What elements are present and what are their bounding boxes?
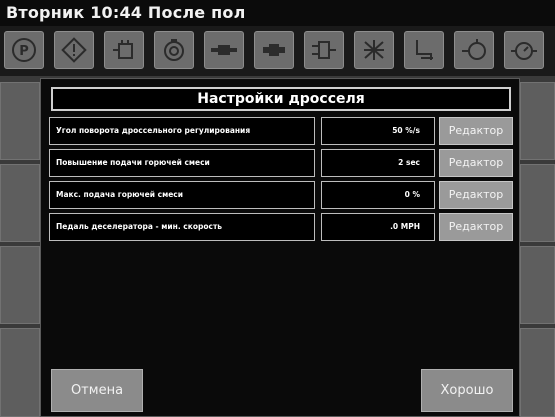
background-tile-left-2 <box>0 164 40 242</box>
dialog-title: Настройки дросселя <box>51 87 511 111</box>
header-bar: Вторник 10:44 После пол <box>0 0 555 26</box>
parking-brake-icon[interactable]: P <box>4 31 44 69</box>
engine-icon[interactable] <box>154 31 194 69</box>
background-tile-right-2 <box>520 164 555 242</box>
background-tile-right-3 <box>520 246 555 324</box>
setting-value: 50 %/s <box>321 117 435 145</box>
setting-value: 0 % <box>321 181 435 209</box>
transmission-icon[interactable] <box>204 31 244 69</box>
throttle-settings-dialog: Настройки дросселя Угол поворота дроссел… <box>40 78 520 417</box>
gauge-icon[interactable] <box>504 31 544 69</box>
setting-label: Угол поворота дроссельного регулирования <box>49 117 315 145</box>
setting-row: Угол поворота дроссельного регулирования… <box>49 117 513 145</box>
setting-value: 2 sec <box>321 149 435 177</box>
setting-label: Макс. подача горючей смеси <box>49 181 315 209</box>
driveshaft-icon[interactable] <box>254 31 294 69</box>
hydraulic-tank-icon[interactable] <box>104 31 144 69</box>
hydraulic-pump-icon[interactable] <box>454 31 494 69</box>
exhaust-icon[interactable] <box>404 31 444 69</box>
cancel-button[interactable]: Отмена <box>51 369 143 412</box>
svg-text:P: P <box>19 44 29 59</box>
setting-row: Педаль деселератора - мин. скорость .0 M… <box>49 213 513 241</box>
edit-button[interactable]: Редактор <box>439 181 513 209</box>
edit-button[interactable]: Редактор <box>439 149 513 177</box>
cooling-fan-icon[interactable] <box>354 31 394 69</box>
background-tile-right-1 <box>520 82 555 160</box>
background-tile-left-3 <box>0 246 40 324</box>
background-tile-right-4 <box>520 328 555 417</box>
setting-value: .0 MPH <box>321 213 435 241</box>
header-title: Вторник 10:44 После пол <box>6 3 246 22</box>
background-tile-left-1 <box>0 82 40 160</box>
filter-icon[interactable] <box>304 31 344 69</box>
icon-toolbar: P <box>0 26 555 76</box>
setting-label: Педаль деселератора - мин. скорость <box>49 213 315 241</box>
ok-button[interactable]: Хорошо <box>421 369 513 412</box>
warning-icon[interactable] <box>54 31 94 69</box>
edit-button[interactable]: Редактор <box>439 213 513 241</box>
setting-row: Макс. подача горючей смеси 0 % Редактор <box>49 181 513 209</box>
setting-row: Повышение подачи горючей смеси 2 sec Ред… <box>49 149 513 177</box>
edit-button[interactable]: Редактор <box>439 117 513 145</box>
background-tile-left-4 <box>0 328 40 417</box>
setting-label: Повышение подачи горючей смеси <box>49 149 315 177</box>
